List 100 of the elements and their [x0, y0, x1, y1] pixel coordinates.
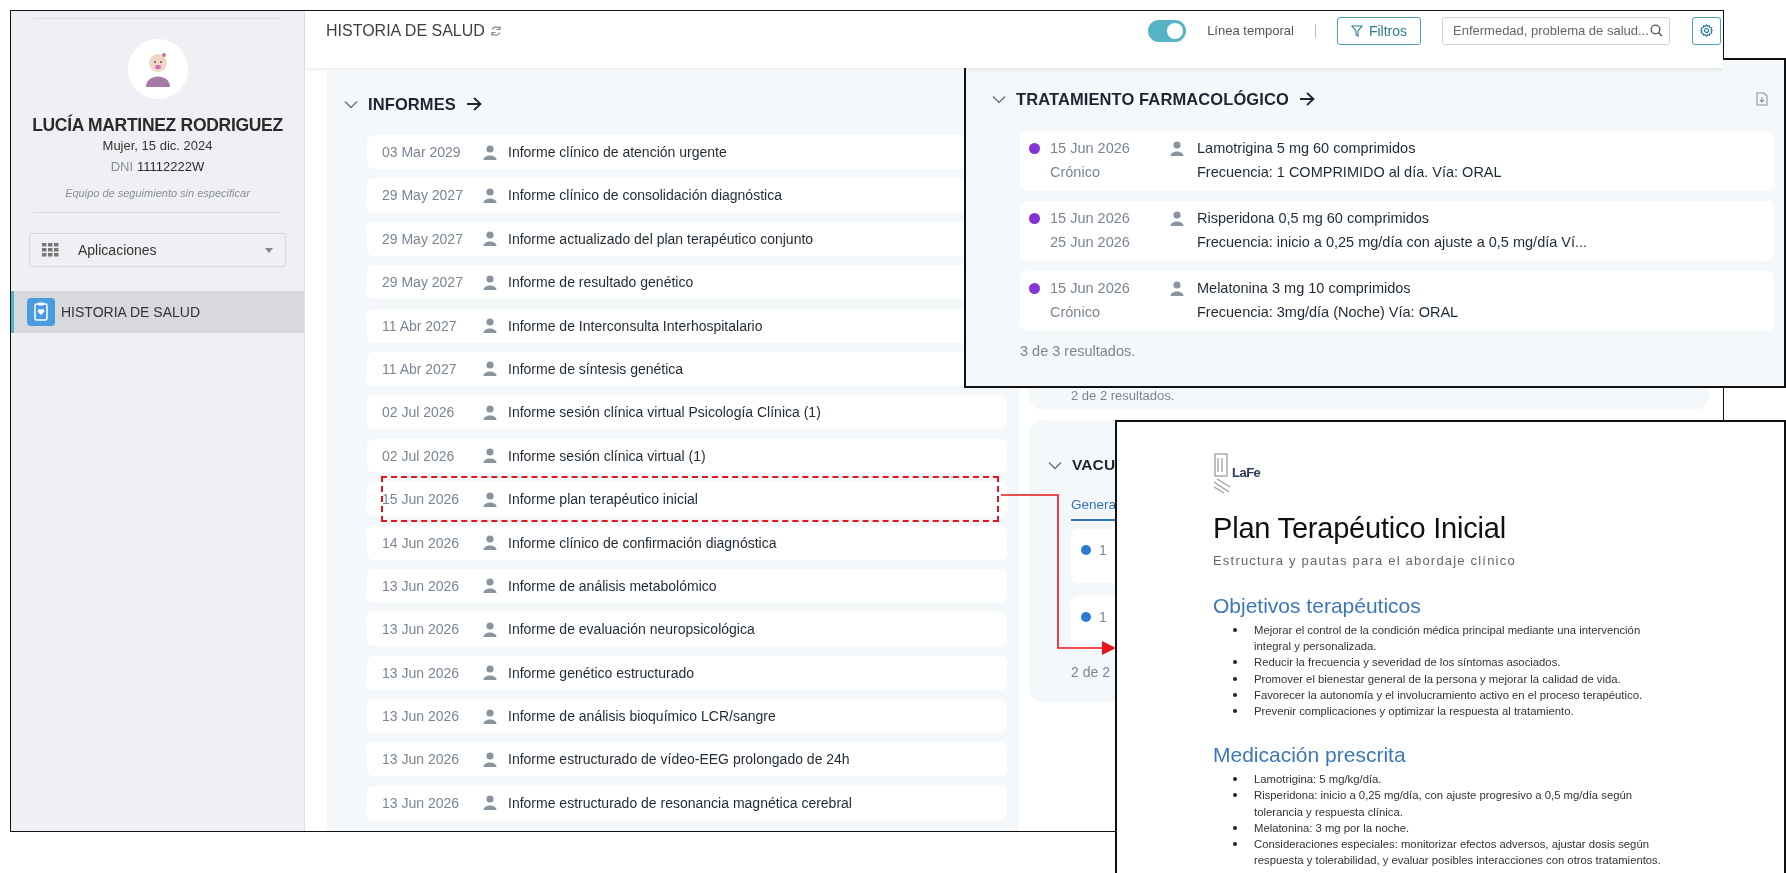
report-date: 29 May 2027: [382, 187, 464, 204]
funnel-icon: [1350, 24, 1363, 37]
person-icon: [483, 318, 497, 334]
bullet-text: Risperidona: inicio a 0,25 mg/día, con ajuste progresivo a 0,5 mg/día según tolerancia y respuesta clínica.: [1254, 788, 1634, 820]
report-date: 02 Jul 2026: [382, 447, 456, 464]
vaccine-date: 1: [1099, 609, 1107, 625]
report-date: 29 May 2027: [382, 274, 464, 291]
bullet-icon: [1233, 709, 1237, 713]
report-date: 14 Jun 2026: [382, 534, 461, 551]
bullet-text: Promover el bienestar general de la persona y mejorar la calidad de vida.: [1254, 671, 1621, 687]
report-row[interactable]: 13 Jun 2026 Informe de análisis metabolómico: [367, 568, 1007, 603]
bullet-icon: [1233, 692, 1237, 697]
person-icon: [483, 274, 497, 290]
report-row[interactable]: 14 Jun 2026 Informe clínico de confirmación diagnóstica: [367, 525, 1007, 560]
report-title: Informe de Interconsulta Interhospitalario: [508, 317, 763, 334]
document-subtitle: Estructura y pautas para el abordaje clínico: [1213, 553, 1517, 568]
person-icon: [483, 361, 497, 377]
medication-name: Risperidona 0,5 mg 60 comprimidos: [1197, 209, 1431, 228]
report-date: 02 Jul 2026: [382, 404, 456, 421]
medication-row[interactable]: 15 Jun 2026 Crónico Lamotrigina 5 mg 60 comprimidos Frecuencia: 1 COMPRIMIDO al día. Vía: ORAL: [1020, 131, 1774, 191]
page-title: HISTORIA DE SALUD: [326, 21, 485, 40]
bullet-icon: [1233, 825, 1237, 830]
patient-info: Mujer, 15 dic. 2024: [101, 138, 214, 153]
filters-button[interactable]: Filtros: [1336, 16, 1421, 45]
medication-frequency: Frecuencia: 3mg/día (Noche) Vía: ORAL: [1197, 303, 1459, 322]
report-row[interactable]: 13 Jun 2026 Informe genético estructurado: [367, 655, 1007, 690]
bullet-icon: [1233, 660, 1237, 665]
report-date: 13 Jun 2026: [382, 794, 461, 811]
medication-name: Lamotrigina 5 mg 60 comprimidos: [1197, 139, 1417, 158]
toggle-label: Línea temporal: [1207, 23, 1294, 38]
person-icon: [1170, 141, 1184, 156]
person-icon: [483, 665, 497, 681]
report-row[interactable]: 13 Jun 2026 Informe de evaluación neuropsicológica: [367, 612, 1007, 647]
report-date: 13 Jun 2026: [382, 577, 461, 594]
id-number: 11112222W: [137, 159, 205, 174]
medication-name: Melatonina 3 mg 10 comprimidos: [1197, 279, 1412, 298]
report-row[interactable]: 02 Jul 2026 Informe sesión clínica virtual Psicología Clínica (1): [367, 395, 1007, 430]
tab[interactable]: Genera: [1071, 497, 1117, 519]
person-icon: [1170, 211, 1184, 226]
bullet-icon: [1233, 793, 1237, 798]
person-icon: [483, 621, 497, 637]
report-title: Informe estructurado de vídeo-EEG prolongado de 24h: [508, 751, 850, 768]
report-title: Informe de análisis metabolómico: [508, 577, 717, 594]
bullet-text: Favorecer la autonomía y el involucramiento activo en el proceso terapéutico.: [1254, 687, 1643, 703]
logo-text: LaFe: [1232, 465, 1261, 480]
person-icon: [483, 578, 497, 594]
bullet-icon: [1233, 777, 1237, 782]
end-date: Crónico: [1050, 163, 1101, 182]
medication-frequency: Frecuencia: inicio a 0,25 mg/día con ajuste a 0,5 mg/día Ví...: [1197, 233, 1588, 252]
medication-row[interactable]: 15 Jun 2026 25 Jun 2026 Risperidona 0,5 mg 60 comprimidos Frecuencia: inicio a 0,25 mg/día con ajuste a 0,5 mg/día Ví...: [1020, 201, 1774, 261]
nav-item[interactable]: HISTORIA DE SALUD: [11, 291, 304, 333]
person-icon: [483, 231, 497, 247]
bullet-text: Prevenir complicaciones y optimizar la respuesta al tratamiento.: [1254, 704, 1574, 719]
refresh-icon[interactable]: [489, 24, 502, 37]
report-title: Informe actualizado del plan terapéutico conjunto: [508, 230, 814, 247]
bullet-icon: [1233, 842, 1237, 847]
arrow-icon[interactable]: [1298, 92, 1315, 106]
person-icon: [483, 144, 497, 160]
report-row[interactable]: 13 Jun 2026 Informe estructurado de vídeo-EEG prolongado de 24h: [367, 742, 1007, 777]
bullet-text: Melatonina: 3 mg por la noche.: [1254, 820, 1410, 836]
report-row[interactable]: 13 Jun 2026 Informe estructurado de resonancia magnética cerebral: [367, 785, 1007, 820]
person-icon: [483, 404, 497, 420]
vaccine-date: 1: [1099, 542, 1107, 558]
apps-dropdown[interactable]: Aplicaciones: [29, 233, 286, 267]
medication-frequency: Frecuencia: 1 COMPRIMIDO al día. Vía: ORAL: [1197, 163, 1502, 182]
bullet-icon: [1233, 628, 1237, 632]
settings-button[interactable]: [1692, 16, 1721, 45]
results-count: 3 de 3 resultados.: [1020, 343, 1136, 359]
search-field[interactable]: Enfermedad, problema de salud...: [1442, 16, 1670, 45]
report-row[interactable]: 02 Jul 2026 Informe sesión clínica virtual (1): [367, 438, 1007, 473]
timeline-toggle[interactable]: [1148, 19, 1187, 42]
report-title: Informe sesión clínica virtual (1): [508, 447, 706, 464]
bullet-icon: [1233, 676, 1237, 681]
arrow-icon[interactable]: [465, 97, 482, 111]
bullet-text: Reducir la frecuencia y severidad de los síntomas asociados.: [1254, 655, 1561, 671]
building-drawing: [1213, 452, 1231, 494]
settings-icon: [1700, 24, 1713, 37]
report-date: 13 Jun 2026: [382, 621, 461, 638]
medication-row[interactable]: 15 Jun 2026 Crónico Melatonina 3 mg 10 comprimidos Frecuencia: 3mg/día (Noche) Vía: ORAL: [1020, 271, 1774, 331]
file-download-icon[interactable]: [1756, 92, 1768, 106]
team-note: Equipo de seguimiento sin especificar: [64, 187, 251, 199]
section-heading: Objetivos terapéuticos: [1213, 594, 1422, 618]
section-title: TRATAMIENTO FARMACOLÓGICO: [1016, 89, 1289, 109]
report-date: 03 Mar 2029: [382, 144, 462, 160]
report-row[interactable]: 13 Jun 2026 Informe de análisis bioquímico LCR/sangre: [367, 699, 1007, 734]
clipboard-icon: [27, 298, 55, 326]
section-title: VACU: [1072, 456, 1116, 474]
section-heading: Medicación prescrita: [1213, 743, 1407, 768]
report-title: Informe de resultado genético: [508, 274, 694, 291]
person-icon: [483, 751, 497, 767]
person-icon: [483, 187, 497, 203]
report-date: 15 Jun 2026: [382, 491, 461, 508]
report-title: Informe genético estructurado: [508, 664, 694, 681]
report-title: Informe clínico de atención urgente: [508, 144, 727, 160]
report-title: Informe de evaluación neuropsicológica: [508, 621, 755, 638]
report-title: Informe clínico de confirmación diagnóstica: [508, 534, 777, 551]
person-icon: [483, 795, 497, 811]
grid-icon: [42, 243, 59, 257]
report-row[interactable]: 15 Jun 2026 Informe plan terapéutico inicial: [367, 482, 1007, 517]
results-count: 2 de 2 resultados.: [1071, 388, 1176, 403]
